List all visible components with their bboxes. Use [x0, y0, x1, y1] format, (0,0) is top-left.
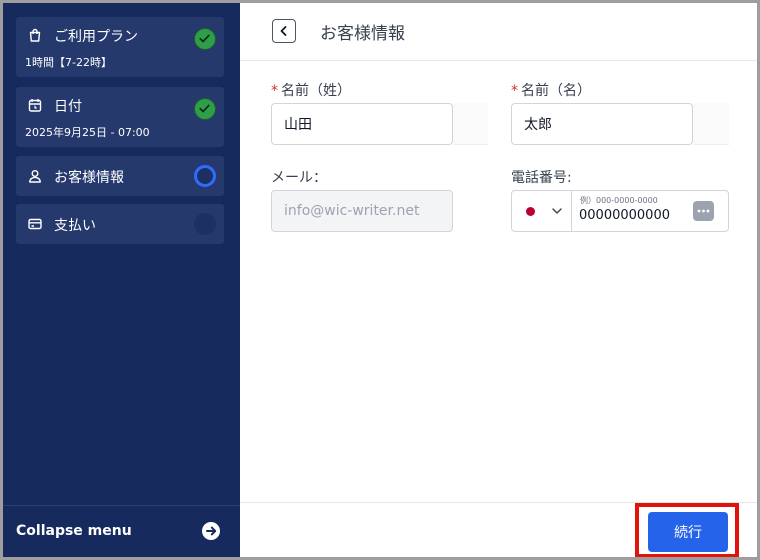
step-subtitle: 1時間【7-22時】 — [25, 56, 112, 69]
required-marker: * — [511, 83, 518, 99]
chevron-down-icon[interactable] — [550, 204, 564, 218]
last-name-value: 山田 — [284, 117, 312, 133]
last-name-input[interactable]: 山田 — [271, 103, 453, 145]
continue-button[interactable]: 続行 — [648, 512, 728, 552]
step-done-check-icon — [194, 28, 216, 50]
arrow-right-circle-icon — [202, 522, 220, 540]
email-placeholder: info@wic-writer.net — [284, 203, 420, 219]
bag-icon — [27, 27, 43, 43]
step-subtitle: 2025年9月25日 - 07:00 — [25, 126, 150, 139]
step-title: 日付 — [54, 99, 82, 115]
step-title: ご利用プラン — [54, 29, 138, 45]
phone-hint: 例）000-0000-0000 — [580, 196, 658, 205]
email-label: メール： — [271, 170, 327, 186]
more-dots-icon[interactable] — [693, 201, 714, 221]
step-todo-circle-icon — [194, 213, 216, 235]
collapse-menu-button[interactable]: Collapse menu — [3, 505, 240, 557]
phone-label: 電話番号: — [511, 170, 572, 186]
chevron-left-icon — [280, 26, 287, 36]
sidebar: ご利用プラン 1時間【7-22時】 日付 2025年9月25日 - 07:00 … — [3, 3, 240, 557]
sidebar-step-date[interactable]: 日付 2025年9月25日 - 07:00 — [16, 87, 224, 147]
first-name-value: 太郎 — [524, 117, 552, 133]
sidebar-step-payment[interactable]: 支払い — [16, 204, 224, 244]
step-title: 支払い — [54, 218, 96, 234]
collapse-menu-label: Collapse menu — [16, 523, 132, 539]
user-icon — [27, 168, 43, 184]
required-marker: * — [271, 83, 278, 99]
phone-input[interactable]: 00000000000 — [579, 208, 670, 223]
divider — [571, 191, 572, 231]
phone-field: 例）000-0000-0000 00000000000 — [511, 190, 729, 232]
jp-flag-icon[interactable] — [526, 207, 535, 216]
last-name-label: * 名前（姓） — [271, 83, 351, 99]
step-title: お客様情報 — [54, 170, 124, 186]
first-name-input[interactable]: 太郎 — [511, 103, 693, 145]
credit-card-icon — [27, 216, 43, 232]
page-header: お客様情報 — [240, 3, 757, 61]
input-spacer — [453, 103, 488, 145]
footer-bar: 続行 — [240, 502, 757, 557]
first-name-label: * 名前（名） — [511, 83, 591, 99]
input-spacer — [693, 103, 729, 145]
email-input[interactable]: info@wic-writer.net — [271, 190, 453, 232]
sidebar-step-customer-info[interactable]: お客様情報 — [16, 156, 224, 196]
back-button[interactable] — [272, 19, 296, 43]
step-current-ring-icon — [194, 165, 216, 187]
step-done-check-icon — [194, 98, 216, 120]
main-panel: お客様情報 * 名前（姓） 山田 * 名前（名） 太郎 メール： info@wic-… — [240, 3, 757, 557]
app-frame: ご利用プラン 1時間【7-22時】 日付 2025年9月25日 - 07:00 … — [3, 3, 757, 557]
calendar-icon — [27, 97, 43, 113]
page-title: お客様情報 — [320, 24, 405, 44]
sidebar-step-plan[interactable]: ご利用プラン 1時間【7-22時】 — [16, 17, 224, 77]
